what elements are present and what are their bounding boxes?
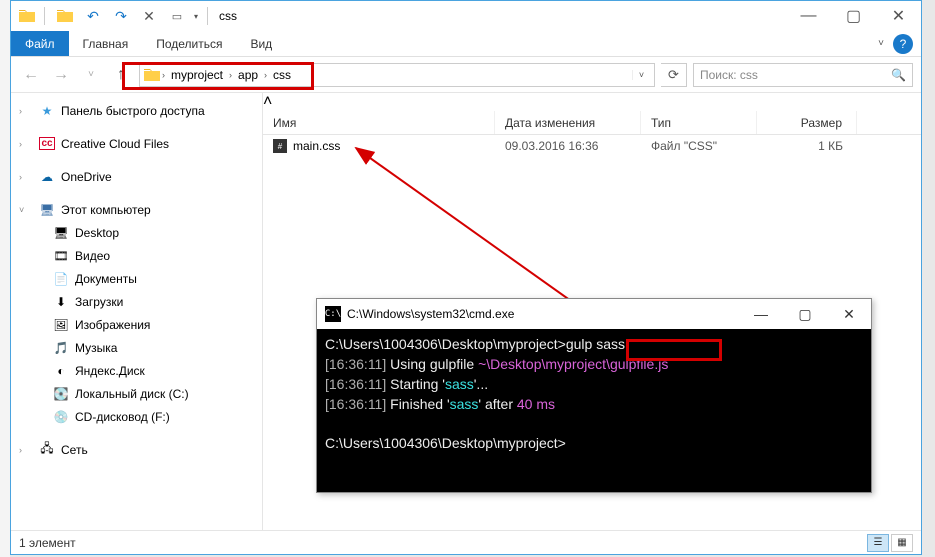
sidebar-item-desktop[interactable]: 🖥Desktop — [11, 221, 262, 244]
qat-delete-icon[interactable]: ✕ — [138, 5, 160, 27]
sidebar-item-onedrive[interactable]: ›☁OneDrive — [11, 165, 262, 188]
desktop-icon: 🖥 — [53, 225, 69, 241]
nav-forward-button[interactable]: → — [49, 63, 73, 87]
nav-up-button[interactable]: ↑ — [109, 63, 133, 87]
sidebar-item-local-disk-c[interactable]: 💽Локальный диск (C:) — [11, 382, 262, 405]
address-bar[interactable]: › myproject › app › css ˅ — [139, 63, 655, 87]
onedrive-icon: ☁ — [39, 169, 55, 185]
documents-icon: 📄 — [53, 271, 69, 287]
downloads-icon: ⬇ — [53, 294, 69, 310]
column-headers: Имя Дата изменения Тип Размер — [263, 111, 921, 135]
sidebar-item-downloads[interactable]: ⬇Загрузки — [11, 290, 262, 313]
sidebar-item-yandex-disk[interactable]: ◐Яндекс.Диск — [11, 359, 262, 382]
sidebar-item-music[interactable]: 🎵Музыка — [11, 336, 262, 359]
cmd-output[interactable]: C:\Users\1004306\Desktop\myproject>gulp … — [317, 329, 871, 492]
sidebar-item-videos[interactable]: 🎞Видео — [11, 244, 262, 267]
cmd-maximize-button[interactable]: ▢ — [783, 299, 827, 329]
sidebar-item-pictures[interactable]: 🖼Изображения — [11, 313, 262, 336]
cc-icon: cc — [39, 136, 55, 152]
chevron-icon[interactable]: › — [160, 70, 167, 80]
pc-icon: 🖥 — [39, 202, 55, 218]
pictures-icon: 🖼 — [53, 317, 69, 333]
drive-icon: 💽 — [53, 386, 69, 402]
cmd-titlebar: C:\ C:\Windows\system32\cmd.exe — ▢ ✕ — [317, 299, 871, 329]
navigation-pane[interactable]: ›★Панель быстрого доступа ›ccCreative Cl… — [11, 93, 263, 530]
star-icon: ★ — [39, 103, 55, 119]
tab-view[interactable]: Вид — [236, 31, 286, 56]
qat-undo-icon[interactable]: ↶ — [82, 5, 104, 27]
column-type[interactable]: Тип — [641, 111, 757, 134]
cmd-title: C:\Windows\system32\cmd.exe — [347, 307, 514, 321]
titlebar: ↶ ↷ ✕ ▭ ▾ css — ▢ ✕ — [11, 1, 921, 31]
ribbon: Файл Главная Поделиться Вид ˅ ? — [11, 31, 921, 57]
sidebar-item-documents[interactable]: 📄Документы — [11, 267, 262, 290]
minimize-button[interactable]: — — [786, 1, 831, 31]
file-size: 1 КБ — [757, 139, 857, 153]
css-file-icon: # — [273, 139, 287, 153]
status-bar: 1 элемент ☰ ▦ — [11, 530, 921, 554]
tab-share[interactable]: Поделиться — [142, 31, 236, 56]
refresh-button[interactable]: ⟳ — [661, 63, 687, 87]
close-button[interactable]: ✕ — [876, 1, 921, 31]
chevron-icon[interactable]: › — [227, 70, 234, 80]
cmd-window: C:\ C:\Windows\system32\cmd.exe — ▢ ✕ C:… — [316, 298, 872, 493]
sort-indicator-icon: ˄ — [263, 93, 272, 110]
search-input[interactable]: Поиск: css 🔍 — [693, 63, 913, 87]
app-icon — [19, 8, 35, 24]
qat-redo-icon[interactable]: ↷ — [110, 5, 132, 27]
video-icon: 🎞 — [53, 248, 69, 264]
breadcrumb[interactable]: app — [234, 68, 262, 82]
chevron-icon[interactable]: › — [262, 70, 269, 80]
maximize-button[interactable]: ▢ — [831, 1, 876, 31]
column-name[interactable]: Имя — [263, 111, 495, 134]
column-date[interactable]: Дата изменения — [495, 111, 641, 134]
column-size[interactable]: Размер — [757, 111, 857, 134]
window-title: css — [219, 9, 237, 23]
ribbon-expand-icon[interactable]: ˅ — [869, 31, 893, 56]
status-item-count: 1 элемент — [19, 536, 76, 550]
qat-properties-icon[interactable] — [54, 5, 76, 27]
view-details-button[interactable]: ☰ — [867, 534, 889, 552]
cmd-icon: C:\ — [325, 306, 341, 322]
file-name: main.css — [293, 139, 340, 153]
qat-rename-icon[interactable]: ▭ — [166, 5, 188, 27]
qat-dropdown-icon[interactable]: ▾ — [194, 12, 198, 21]
search-placeholder: Поиск: css — [700, 68, 758, 82]
cd-icon: 💿 — [53, 409, 69, 425]
tab-file[interactable]: Файл — [11, 31, 69, 56]
address-dropdown-icon[interactable]: ˅ — [632, 70, 650, 80]
file-row[interactable]: # main.css 09.03.2016 16:36 Файл "CSS" 1 … — [263, 135, 921, 157]
search-icon[interactable]: 🔍 — [891, 68, 906, 82]
network-icon: 🖧 — [39, 442, 55, 458]
file-type: Файл "CSS" — [641, 139, 757, 153]
address-row: ← → ˅ ↑ › myproject › app › css ˅ ⟳ Поис… — [11, 57, 921, 93]
sidebar-item-creative-cloud[interactable]: ›ccCreative Cloud Files — [11, 132, 262, 155]
address-folder-icon — [144, 67, 160, 83]
nav-recent-button[interactable]: ˅ — [79, 63, 103, 87]
sidebar-item-cd-drive-f[interactable]: 💿CD-дисковод (F:) — [11, 405, 262, 428]
file-date: 09.03.2016 16:36 — [495, 139, 641, 153]
tab-home[interactable]: Главная — [69, 31, 143, 56]
view-icons-button[interactable]: ▦ — [891, 534, 913, 552]
music-icon: 🎵 — [53, 340, 69, 356]
breadcrumb[interactable]: css — [269, 68, 295, 82]
sidebar-item-network[interactable]: ›🖧Сеть — [11, 438, 262, 461]
help-button[interactable]: ? — [893, 34, 913, 54]
nav-back-button[interactable]: ← — [19, 63, 43, 87]
sidebar-item-this-pc[interactable]: ˅🖥Этот компьютер — [11, 198, 262, 221]
cmd-minimize-button[interactable]: — — [739, 299, 783, 329]
yandex-icon: ◐ — [53, 363, 69, 379]
breadcrumb[interactable]: myproject — [167, 68, 227, 82]
sidebar-item-quick-access[interactable]: ›★Панель быстрого доступа — [11, 99, 262, 122]
cmd-close-button[interactable]: ✕ — [827, 299, 871, 329]
